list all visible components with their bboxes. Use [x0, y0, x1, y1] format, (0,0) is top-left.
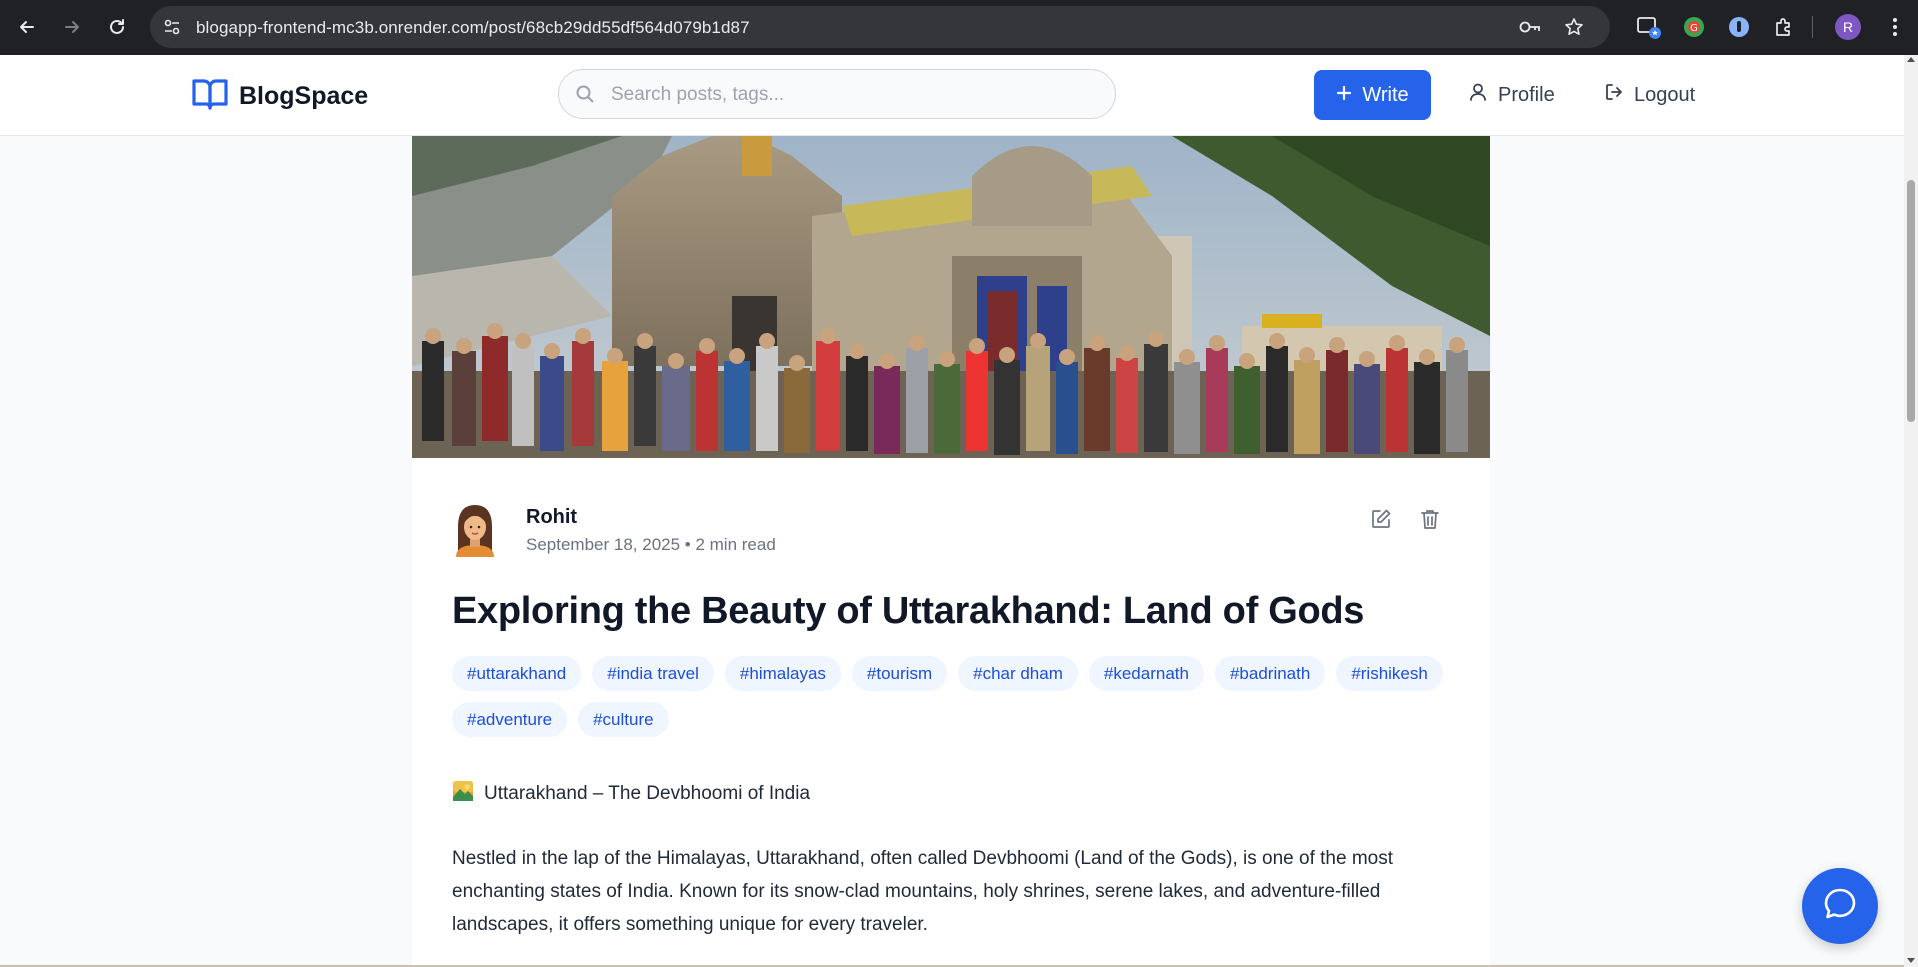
extension-grammar-icon[interactable]: G [1679, 12, 1709, 42]
page-scrollbar[interactable] [1904, 55, 1918, 967]
bookmark-star-icon[interactable] [1564, 17, 1584, 42]
post-tags: #uttarakhand #india travel #himalayas #t… [452, 656, 1452, 737]
tag-chip[interactable]: #culture [578, 702, 669, 737]
author-name[interactable]: Rohit [526, 506, 577, 529]
tag-chip[interactable]: #badrinath [1214, 656, 1326, 691]
tag-chip[interactable]: #tourism [851, 656, 948, 691]
chat-bubble-icon [1822, 886, 1858, 927]
chat-button[interactable] [1802, 868, 1878, 944]
browser-menu-icon[interactable] [1880, 12, 1910, 42]
tag-chip[interactable]: #uttarakhand [452, 656, 582, 691]
extensions-puzzle-icon[interactable] [1769, 12, 1799, 42]
address-bar[interactable]: blogapp-frontend-mc3b.onrender.com/post/… [150, 6, 1610, 48]
post-meta: September 18, 2025 • 2 min read [526, 535, 776, 554]
site-logo[interactable]: BlogSpace [191, 77, 368, 116]
logout-icon [1604, 82, 1624, 108]
post-cover-image [412, 136, 1490, 458]
post-title: Exploring the Beauty of Uttarakhand: Lan… [452, 590, 1365, 632]
scroll-down-arrow[interactable] [1907, 958, 1915, 963]
extension-timer-icon[interactable] [1724, 12, 1754, 42]
tag-chip[interactable]: #rishikesh [1336, 656, 1443, 691]
search-input[interactable] [609, 70, 1093, 120]
scrollbar-thumb[interactable] [1907, 180, 1915, 422]
user-icon [1468, 82, 1488, 108]
logout-label: Logout [1634, 83, 1696, 106]
post-card: Rohit September 18, 2025 • 2 min read Ex… [412, 136, 1490, 967]
write-button[interactable]: Write [1314, 70, 1431, 120]
tag-chip[interactable]: #kedarnath [1088, 656, 1204, 691]
open-book-icon [191, 77, 229, 116]
landscape-emoji-icon [452, 780, 474, 808]
reload-icon[interactable] [102, 12, 132, 42]
site-settings-icon[interactable] [162, 17, 182, 42]
plus-icon [1336, 84, 1352, 107]
intro-text: Uttarakhand – The Devbhoomi of India [484, 783, 811, 804]
svg-text:G: G [1690, 23, 1698, 34]
author-avatar[interactable] [452, 501, 498, 557]
tag-chip[interactable]: #india travel [592, 656, 714, 691]
tag-chip[interactable]: #himalayas [724, 656, 841, 691]
delete-trash-icon[interactable] [1417, 506, 1443, 532]
search-box[interactable] [558, 69, 1116, 120]
forward-icon[interactable] [57, 12, 87, 42]
logo-text: BlogSpace [239, 82, 369, 110]
tag-chip[interactable]: #char dham [958, 656, 1078, 691]
write-label: Write [1362, 83, 1409, 106]
logout-link[interactable]: Logout [1604, 70, 1695, 120]
key-icon[interactable] [1518, 17, 1542, 42]
post-intro: Uttarakhand – The Devbhoomi of India [452, 780, 810, 808]
toolbar-separator [1812, 16, 1813, 38]
profile-label: Profile [1498, 83, 1555, 106]
tab-search-icon[interactable] [1634, 12, 1664, 42]
tag-chip[interactable]: #adventure [452, 702, 568, 737]
url-text: blogapp-frontend-mc3b.onrender.com/post/… [196, 18, 750, 37]
back-icon[interactable] [12, 12, 42, 42]
profile-link[interactable]: Profile [1468, 70, 1555, 120]
post-paragraph: Nestled in the lap of the Himalayas, Utt… [452, 848, 1394, 935]
edit-icon[interactable] [1368, 506, 1394, 532]
search-icon [575, 84, 595, 109]
browser-toolbar: blogapp-frontend-mc3b.onrender.com/post/… [0, 0, 1918, 55]
scroll-up-arrow[interactable] [1907, 57, 1915, 62]
site-header: BlogSpace Write Profile Logout [0, 55, 1904, 136]
browser-profile-avatar[interactable]: R [1835, 14, 1861, 40]
